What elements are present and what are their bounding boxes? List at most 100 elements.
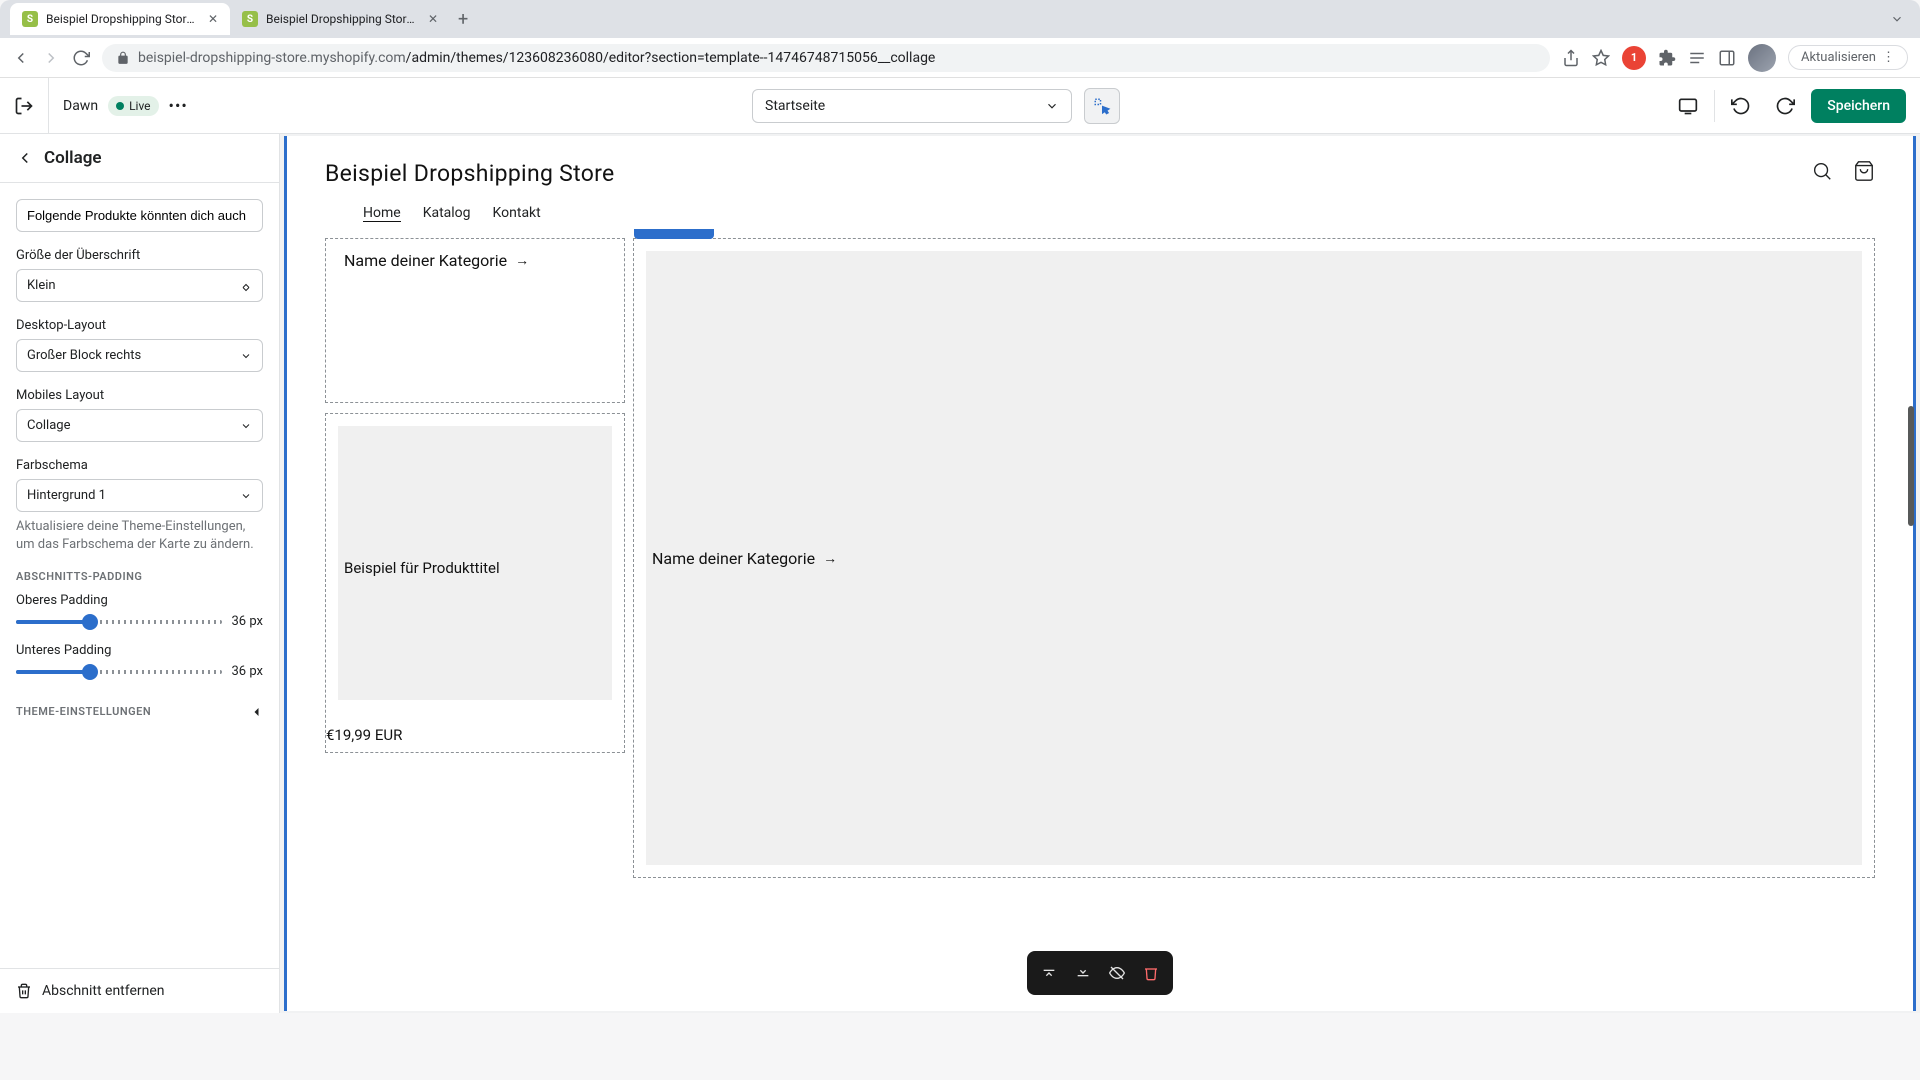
more-icon: ⋮	[1882, 50, 1895, 65]
category-label: Name deiner Kategorie	[652, 549, 815, 568]
share-icon[interactable]	[1562, 49, 1580, 67]
mobile-layout-select[interactable]: Collage	[16, 409, 263, 442]
exit-editor-icon[interactable]	[14, 96, 34, 116]
tab-overflow-icon[interactable]	[1890, 12, 1904, 26]
select-value: Großer Block rechts	[27, 348, 141, 363]
nav-katalog[interactable]: Katalog	[423, 205, 471, 222]
tab-label: Beispiel Dropshipping Store · E	[266, 12, 420, 26]
nav-kontakt[interactable]: Kontakt	[493, 205, 541, 222]
chevron-left-icon	[251, 706, 263, 718]
top-padding-slider[interactable]	[16, 620, 222, 624]
reading-list-icon[interactable]	[1688, 49, 1706, 67]
theme-settings-toggle[interactable]: THEME-EINSTELLUNGEN	[16, 693, 263, 730]
store-title: Beispiel Dropshipping Store	[325, 160, 615, 187]
section-padding-heading: ABSCHNITTS-PADDING	[16, 570, 263, 583]
inspector-button[interactable]	[1084, 88, 1120, 124]
tab-label: Beispiel Dropshipping Store · D	[46, 12, 200, 26]
settings-sidebar: Collage Größe der Überschrift Klein Desk…	[0, 134, 280, 1013]
save-label: Speichern	[1827, 98, 1890, 114]
mobile-layout-label: Mobiles Layout	[16, 388, 263, 403]
color-scheme-label: Farbschema	[16, 458, 263, 473]
delete-button[interactable]	[1135, 957, 1167, 989]
lock-icon	[116, 51, 130, 65]
back-icon[interactable]	[12, 49, 30, 67]
product-price: €19,99 EUR	[326, 726, 402, 744]
collage-block[interactable]: Beispiel für Produkttitel €19,99 EUR	[325, 413, 625, 753]
search-icon[interactable]	[1811, 160, 1833, 182]
move-up-button[interactable]	[1033, 957, 1065, 989]
product-title-label: Beispiel für Produkttitel	[344, 559, 500, 577]
desktop-layout-select[interactable]: Großer Block rechts	[16, 339, 263, 372]
collage-block[interactable]: Name deiner Kategorie → ↖	[325, 238, 625, 403]
slider-thumb[interactable]	[82, 614, 98, 630]
update-label: Aktualisieren	[1801, 50, 1876, 65]
slider-thumb[interactable]	[82, 664, 98, 680]
select-chevron-icon	[240, 420, 252, 432]
back-button[interactable]	[16, 149, 34, 167]
new-tab-button[interactable]: +	[458, 9, 468, 30]
live-dot-icon	[116, 102, 124, 110]
extension-icon[interactable]: 1	[1622, 46, 1646, 70]
remove-section-button[interactable]: Abschnitt entfernen	[0, 968, 279, 1013]
desktop-layout-label: Desktop-Layout	[16, 318, 263, 333]
profile-avatar[interactable]	[1748, 44, 1776, 72]
sidebar-title: Collage	[44, 148, 102, 168]
close-icon[interactable]: ✕	[428, 12, 438, 26]
live-badge: Live	[108, 96, 158, 116]
theme-settings-label: THEME-EINSTELLUNGEN	[16, 705, 151, 718]
reload-icon[interactable]	[72, 49, 90, 67]
browser-tab[interactable]: S Beispiel Dropshipping Store · D ✕	[10, 3, 230, 35]
url-path: /admin/themes/123608236080/editor?sectio…	[406, 50, 936, 66]
address-bar[interactable]: beispiel-dropshipping-store.myshopify.co…	[102, 44, 1550, 72]
preview-canvas[interactable]: Beispiel Dropshipping Store Home Katalog…	[284, 136, 1916, 1011]
bottom-padding-slider[interactable]	[16, 670, 222, 674]
collage-block-selected[interactable]: Name deiner Kategorie →	[633, 238, 1875, 878]
chevron-down-icon	[1045, 99, 1059, 113]
move-down-button[interactable]	[1067, 957, 1099, 989]
extensions-icon[interactable]	[1658, 49, 1676, 67]
undo-button[interactable]	[1723, 88, 1759, 124]
hide-button[interactable]	[1101, 957, 1133, 989]
sidepanel-icon[interactable]	[1718, 49, 1736, 67]
star-icon[interactable]	[1592, 49, 1610, 67]
category-label: Name deiner Kategorie	[344, 251, 507, 270]
selection-badge	[634, 229, 714, 239]
select-chevron-icon	[240, 490, 252, 502]
select-chevron-icon	[240, 280, 252, 292]
save-button[interactable]: Speichern	[1811, 89, 1906, 123]
more-actions-button[interactable]: •••	[169, 96, 188, 115]
bottom-padding-label: Unteres Padding	[16, 643, 263, 658]
heading-size-label: Größe der Überschrift	[16, 248, 263, 263]
page-selector[interactable]: Startseite	[752, 89, 1072, 123]
top-padding-label: Oberes Padding	[16, 593, 263, 608]
shopify-favicon-icon: S	[242, 11, 258, 27]
select-chevron-icon	[240, 350, 252, 362]
select-value: Klein	[27, 278, 56, 293]
scrollbar[interactable]	[1908, 406, 1914, 526]
url-host: beispiel-dropshipping-store.myshopify.co…	[138, 50, 406, 66]
top-padding-value: 36 px	[232, 614, 264, 629]
bottom-padding-value: 36 px	[232, 664, 264, 679]
theme-name: Dawn	[63, 98, 98, 114]
browser-tab[interactable]: S Beispiel Dropshipping Store · E ✕	[230, 3, 450, 35]
shopify-favicon-icon: S	[22, 11, 38, 27]
redo-button[interactable]	[1767, 88, 1803, 124]
trash-icon	[16, 983, 32, 999]
cart-icon[interactable]	[1853, 160, 1875, 182]
heading-text-input[interactable]	[16, 199, 263, 232]
page-selector-label: Startseite	[765, 98, 825, 114]
forward-icon	[42, 49, 60, 67]
arrow-right-icon: →	[823, 550, 837, 567]
chrome-update-button[interactable]: Aktualisieren ⋮	[1788, 45, 1908, 70]
live-label: Live	[129, 99, 150, 113]
close-icon[interactable]: ✕	[208, 12, 218, 26]
select-value: Collage	[27, 418, 70, 433]
color-scheme-select[interactable]: Hintergrund 1	[16, 479, 263, 512]
arrow-right-icon: →	[515, 252, 529, 269]
color-scheme-help: Aktualisiere deine Theme-Einstellungen, …	[16, 518, 263, 554]
viewport-button[interactable]	[1670, 88, 1706, 124]
context-toolbar	[1027, 951, 1173, 995]
heading-size-select[interactable]: Klein	[16, 269, 263, 302]
remove-section-label: Abschnitt entfernen	[42, 983, 165, 999]
nav-home[interactable]: Home	[363, 205, 401, 222]
